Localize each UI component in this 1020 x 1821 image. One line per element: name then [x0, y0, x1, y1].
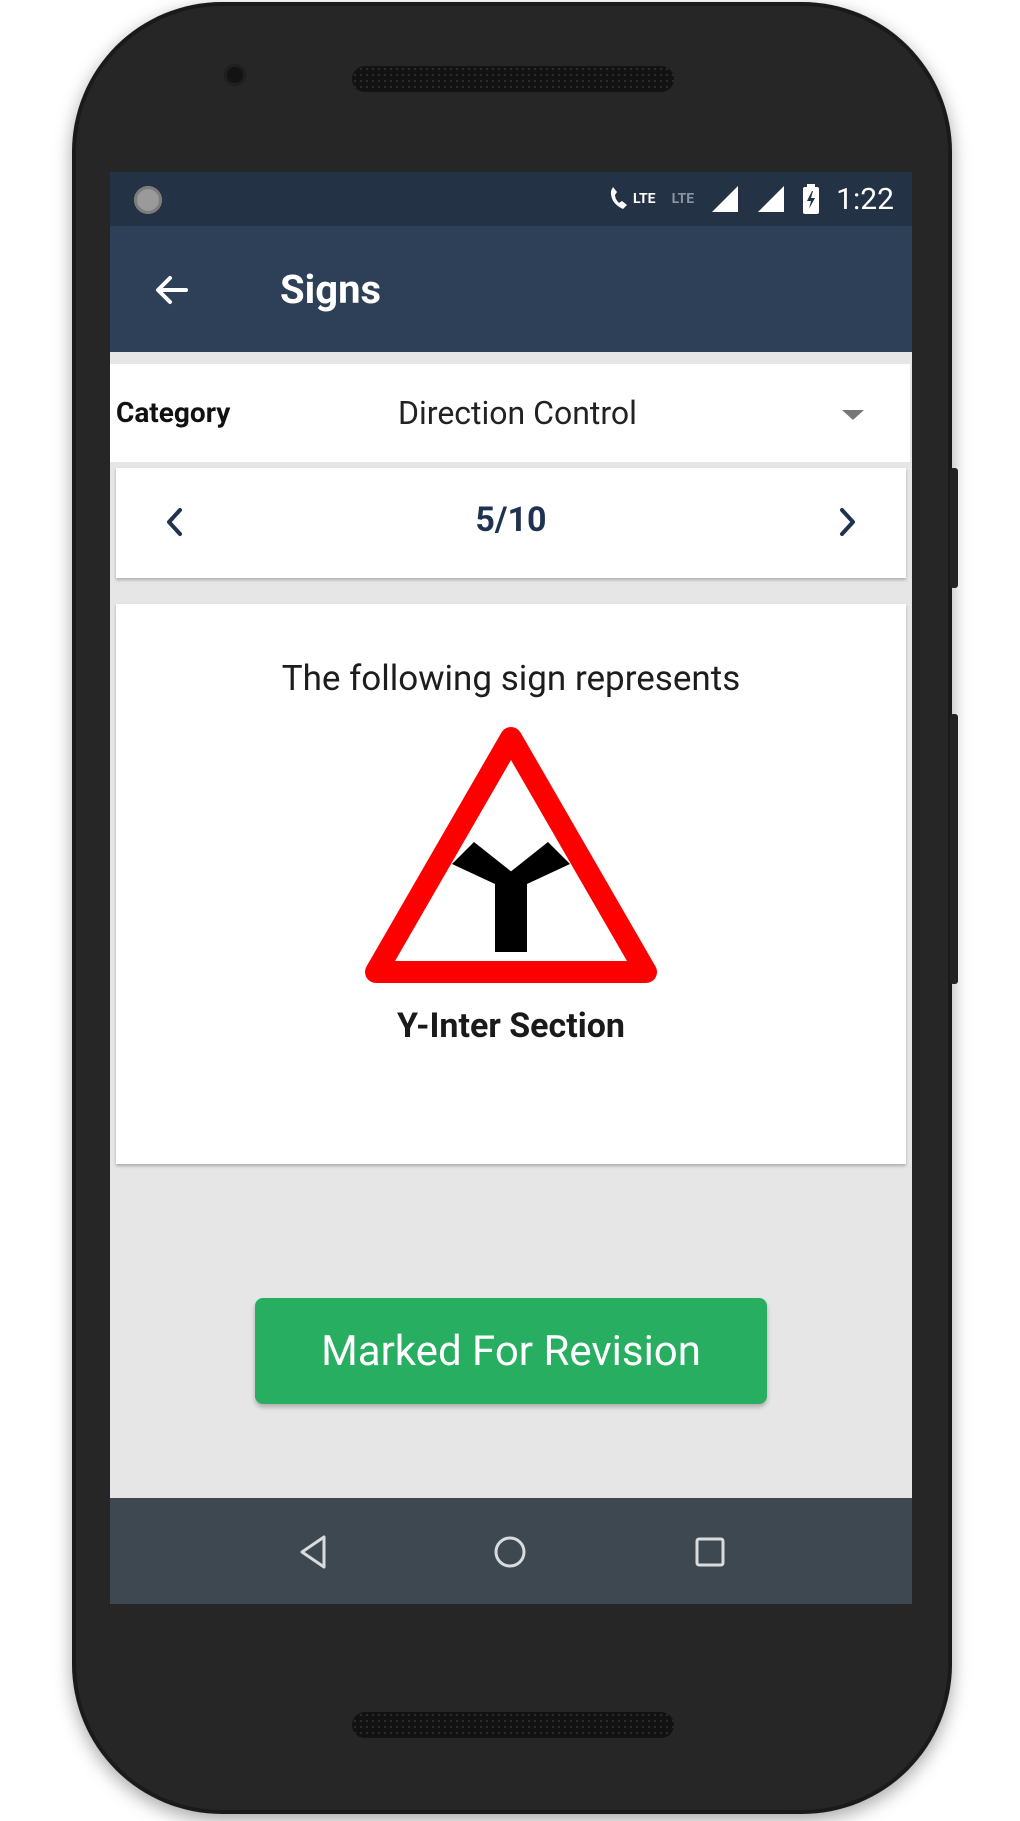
volte-call-icon: LTE [607, 185, 656, 213]
status-icons: LTE LTE 1:22 [607, 172, 894, 226]
y-intersection-sign-icon [365, 727, 657, 983]
question-counter: 5/10 [475, 500, 547, 540]
notification-dot-icon [134, 186, 162, 214]
question-pager: 5/10 [116, 468, 906, 578]
system-nav-bar [110, 1498, 912, 1604]
chevron-right-icon[interactable] [832, 502, 862, 542]
volume-button [950, 714, 958, 984]
power-button [950, 468, 958, 588]
network-label-1: LTE [632, 191, 656, 207]
earpiece-speaker [352, 66, 674, 92]
category-value[interactable]: Direction Control [398, 394, 637, 432]
app-bar: Signs [110, 226, 912, 352]
page-title: Signs [280, 266, 382, 313]
bottom-speaker [352, 1712, 674, 1738]
app-screen: LTE LTE 1:22 Signs Category Direction Co… [110, 172, 912, 1604]
arrow-left-icon[interactable] [150, 268, 194, 312]
marked-for-revision-button[interactable]: Marked For Revision [255, 1298, 767, 1404]
status-bar: LTE LTE 1:22 [110, 172, 912, 226]
status-time: 1:22 [836, 181, 894, 217]
recents-square-icon[interactable] [690, 1532, 730, 1572]
question-card: The following sign represents Y-Inter Se… [116, 604, 906, 1164]
battery-charging-icon [803, 184, 820, 214]
back-triangle-icon[interactable] [294, 1532, 334, 1572]
home-circle-icon[interactable] [490, 1532, 530, 1572]
signal-icon [758, 186, 785, 212]
answer-label: Y-Inter Section [397, 1006, 625, 1046]
front-camera [224, 64, 246, 86]
question-prompt: The following sign represents [281, 658, 741, 699]
category-label: Category [116, 396, 231, 429]
category-selector[interactable]: Category Direction Control [110, 364, 910, 462]
signal-icon [712, 186, 739, 212]
caret-down-icon[interactable] [842, 410, 864, 420]
lte-icon: LTE [671, 191, 695, 207]
